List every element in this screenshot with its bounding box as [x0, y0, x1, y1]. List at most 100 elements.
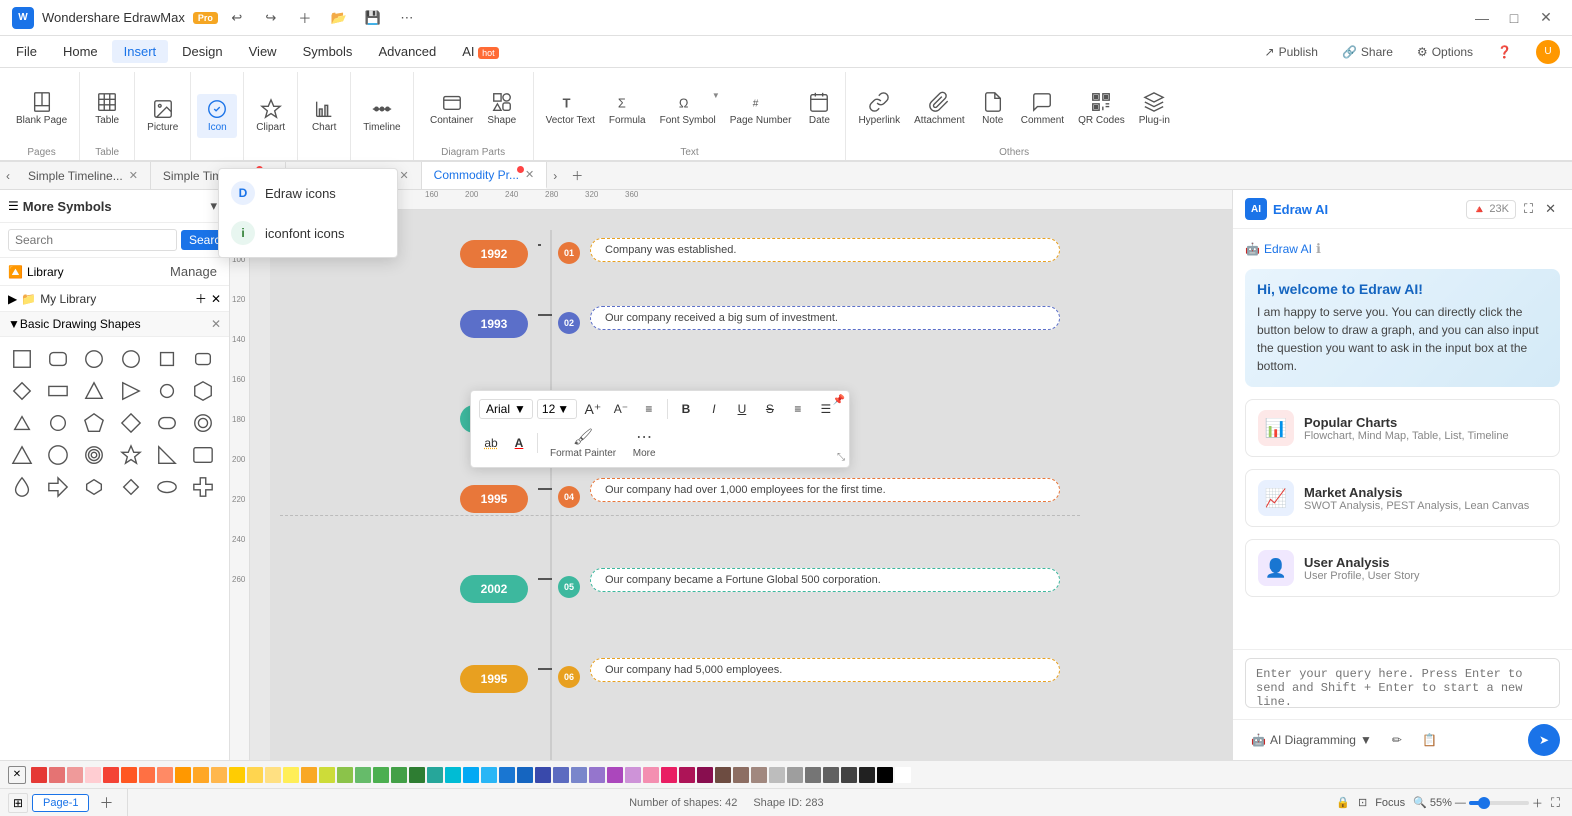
edraw-icons-item[interactable]: D Edraw icons: [219, 173, 397, 213]
library-toggle[interactable]: 🔼 Library: [8, 265, 64, 279]
shape-tri-r[interactable]: [117, 377, 145, 405]
color-swatch-44[interactable]: [823, 767, 839, 783]
page-grid-icon[interactable]: ⊞: [8, 793, 28, 813]
font-symbol-btn[interactable]: Ω Font Symbol ▼: [654, 87, 722, 131]
date-btn[interactable]: Date: [799, 87, 839, 131]
color-swatch-9[interactable]: [193, 767, 209, 783]
shape-tri-rt[interactable]: [153, 441, 181, 469]
color-swatch-4[interactable]: [103, 767, 119, 783]
new-btn[interactable]: ＋: [294, 7, 316, 29]
bold-btn[interactable]: B: [674, 397, 698, 421]
open-btn[interactable]: 📂: [328, 7, 350, 29]
iconfont-icons-item[interactable]: i iconfont icons: [219, 213, 397, 253]
my-library-close-icon[interactable]: ✕: [211, 292, 221, 306]
color-swatch-37[interactable]: [697, 767, 713, 783]
clipart-btn[interactable]: Clipart: [250, 94, 291, 138]
ai-input-field[interactable]: [1245, 658, 1560, 708]
toolbar-pin-btn[interactable]: 📌: [833, 395, 845, 406]
add-tab-btn[interactable]: ＋: [563, 163, 591, 188]
container-btn[interactable]: Container: [424, 87, 479, 131]
color-swatch-0[interactable]: [31, 767, 47, 783]
tabs-scroll-left[interactable]: ‹: [0, 165, 16, 187]
more-options-btn[interactable]: ⋯ More: [626, 425, 662, 461]
share-btn[interactable]: 🔗 Share: [1334, 42, 1401, 62]
color-swatch-14[interactable]: [283, 767, 299, 783]
color-swatch-36[interactable]: [679, 767, 695, 783]
format-painter-btn[interactable]: 🖌 Format Painter: [544, 425, 622, 461]
toolbar-expand-btn[interactable]: ⤡: [837, 452, 845, 463]
close-btn[interactable]: ✕: [1532, 7, 1560, 29]
shape-rect-rounded[interactable]: [44, 345, 72, 373]
align-btn[interactable]: ≡: [637, 397, 661, 421]
shape-btn[interactable]: Shape: [481, 87, 522, 131]
lock-btn[interactable]: 🔒: [1336, 796, 1350, 809]
add-page-btn[interactable]: ＋: [93, 791, 119, 815]
shape-circ-dbl[interactable]: [80, 441, 108, 469]
ai-panel-close-btn[interactable]: ✕: [1541, 199, 1560, 219]
color-swatch-46[interactable]: [859, 767, 875, 783]
color-swatch-42[interactable]: [787, 767, 803, 783]
manage-btn[interactable]: Manage: [166, 262, 221, 281]
qr-codes-btn[interactable]: QR Codes: [1072, 87, 1131, 131]
ordered-list-btn[interactable]: ≡: [786, 397, 810, 421]
color-swatch-33[interactable]: [625, 767, 641, 783]
page-number-btn[interactable]: # Page Number: [724, 87, 798, 131]
color-swatch-16[interactable]: [319, 767, 335, 783]
ai-edit-btn[interactable]: ✏: [1386, 730, 1408, 750]
publish-btn[interactable]: ↗ Publish: [1257, 42, 1326, 62]
color-swatch-3[interactable]: [85, 767, 101, 783]
search-input[interactable]: [8, 229, 177, 251]
help-btn[interactable]: ❓: [1489, 42, 1520, 62]
increase-font-btn[interactable]: A⁺: [581, 397, 605, 421]
icon-btn[interactable]: Icon: [197, 94, 237, 138]
shape-square-sm[interactable]: [153, 345, 181, 373]
fit-page-btn[interactable]: ⊡: [1358, 796, 1367, 809]
tab-3-close[interactable]: ✕: [399, 169, 408, 182]
shape-oval[interactable]: [153, 473, 181, 501]
focus-btn[interactable]: Focus: [1375, 797, 1405, 809]
attachment-btn[interactable]: Attachment: [908, 87, 971, 131]
color-swatch-19[interactable]: [373, 767, 389, 783]
shape-tri-outline[interactable]: [80, 377, 108, 405]
color-swatch-12[interactable]: [247, 767, 263, 783]
chart-btn[interactable]: Chart: [304, 94, 344, 138]
color-swatch-22[interactable]: [427, 767, 443, 783]
zoom-slider[interactable]: [1469, 801, 1529, 805]
note-btn[interactable]: Note: [973, 87, 1013, 131]
color-swatch-18[interactable]: [355, 767, 371, 783]
color-swatch-35[interactable]: [661, 767, 677, 783]
shape-dia-sm2[interactable]: [117, 473, 145, 501]
ai-market-analysis-card[interactable]: 📈 Market Analysis SWOT Analysis, PEST An…: [1245, 469, 1560, 527]
vector-text-btn[interactable]: T Vector Text: [540, 87, 601, 131]
fullscreen-btn[interactable]: ⛶: [1551, 795, 1560, 811]
tab-1[interactable]: Simple Timeline... ✕: [16, 162, 151, 189]
color-swatch-13[interactable]: [265, 767, 281, 783]
color-swatch-21[interactable]: [409, 767, 425, 783]
color-swatch-27[interactable]: [517, 767, 533, 783]
color-swatch-5[interactable]: [121, 767, 137, 783]
minimize-btn[interactable]: —: [1468, 7, 1496, 29]
shape-tri-sm[interactable]: [8, 409, 36, 437]
redo-btn[interactable]: ↪: [260, 7, 282, 29]
tab-4[interactable]: Commodity Pr... ✕: [422, 162, 548, 189]
shape-circ-sm2[interactable]: [44, 409, 72, 437]
account-btn[interactable]: U: [1528, 37, 1568, 67]
color-swatch-17[interactable]: [337, 767, 353, 783]
hyperlink-btn[interactable]: Hyperlink: [852, 87, 906, 131]
save-btn[interactable]: 💾: [362, 7, 384, 29]
zoom-minus[interactable]: —: [1455, 797, 1466, 809]
color-swatch-31[interactable]: [589, 767, 605, 783]
color-swatch-2[interactable]: [67, 767, 83, 783]
ai-send-btn[interactable]: ➤: [1528, 724, 1560, 756]
shape-drop[interactable]: [8, 473, 36, 501]
color-swatch-39[interactable]: [733, 767, 749, 783]
color-swatch-24[interactable]: [463, 767, 479, 783]
ai-count-btn[interactable]: 🔺 23K: [1466, 200, 1516, 219]
shape-rect-lg[interactable]: [189, 441, 217, 469]
shape-circle-outline[interactable]: [80, 345, 108, 373]
color-swatch-43[interactable]: [805, 767, 821, 783]
italic-btn[interactable]: I: [702, 397, 726, 421]
color-swatch-25[interactable]: [481, 767, 497, 783]
shape-diamond-lg[interactable]: [117, 409, 145, 437]
shape-rect-r2[interactable]: [153, 409, 181, 437]
